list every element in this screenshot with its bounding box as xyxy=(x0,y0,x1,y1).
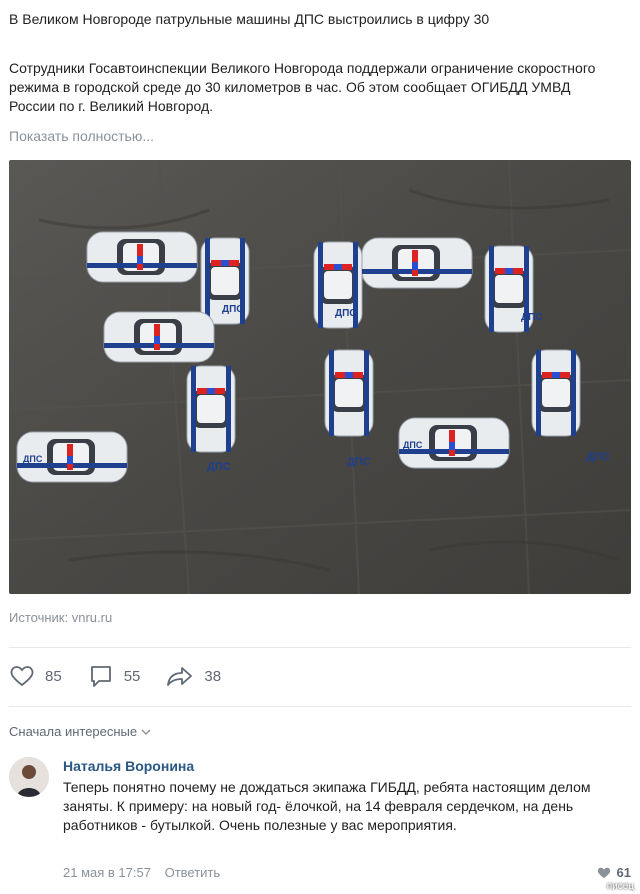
car-icon xyxy=(324,349,374,437)
car-label: ДПС xyxy=(347,456,371,468)
car-label: ДПС xyxy=(335,308,357,319)
share-count: 38 xyxy=(204,667,222,685)
like-count: 85 xyxy=(45,667,62,685)
car-label: ДПС xyxy=(586,451,610,463)
share-button[interactable]: 38 xyxy=(166,664,221,688)
comments-sort-dropdown[interactable]: Сначала интересные xyxy=(9,724,151,739)
show-more-link[interactable]: Показать полностью... xyxy=(9,128,154,144)
like-button[interactable]: 85 xyxy=(9,664,62,688)
post-title: В Великом Новгороде патрульные машины ДП… xyxy=(9,11,490,27)
comment-date[interactable]: 21 мая в 17:57 xyxy=(63,865,151,880)
car-label: ДПС xyxy=(222,304,244,315)
car-icon xyxy=(103,311,215,363)
heart-icon xyxy=(10,666,34,687)
comment-text: Теперь понятно почему не дождаться экипа… xyxy=(63,779,591,833)
chevron-down-icon xyxy=(141,729,151,735)
reply-link[interactable]: Ответить xyxy=(165,865,221,880)
post-photo[interactable]: ДПС ДПС ДПС ДПС ДПС ДПС ДПС ДПС xyxy=(9,160,631,594)
comment-button[interactable]: 55 xyxy=(88,664,141,688)
watermark: писец xyxy=(606,881,634,892)
car-label: ДПС xyxy=(23,454,43,464)
police-cars-formation-image: ДПС ДПС ДПС ДПС ДПС ДПС ДПС ДПС xyxy=(9,160,631,594)
avatar[interactable] xyxy=(9,757,49,797)
comment-like-count: 61 xyxy=(616,865,631,880)
divider xyxy=(9,706,631,707)
car-icon xyxy=(86,231,198,283)
car-icon xyxy=(531,349,581,437)
comment-like-button[interactable]: 61 xyxy=(596,865,631,880)
post-actions: 85 55 38 xyxy=(9,664,247,688)
avatar-image xyxy=(9,757,49,797)
divider xyxy=(9,647,631,648)
car-icon xyxy=(361,237,473,289)
post-text: Сотрудники Госавтоинспекции Великого Нов… xyxy=(9,60,596,114)
car-label: ДПС xyxy=(403,440,423,450)
car-label: ДПС xyxy=(207,461,231,473)
comment-icon xyxy=(90,666,111,687)
post-source[interactable]: Источник: vnru.ru xyxy=(9,610,112,625)
comment-meta: 21 мая в 17:57 Ответить xyxy=(63,865,220,880)
sort-label: Сначала интересные xyxy=(9,724,138,739)
comment-count: 55 xyxy=(123,667,141,685)
car-label: ДПС xyxy=(521,312,543,323)
share-arrow-icon xyxy=(167,667,193,686)
heart-icon xyxy=(597,867,610,878)
comment-author[interactable]: Наталья Воронина xyxy=(63,758,194,774)
car-icon xyxy=(186,365,236,453)
